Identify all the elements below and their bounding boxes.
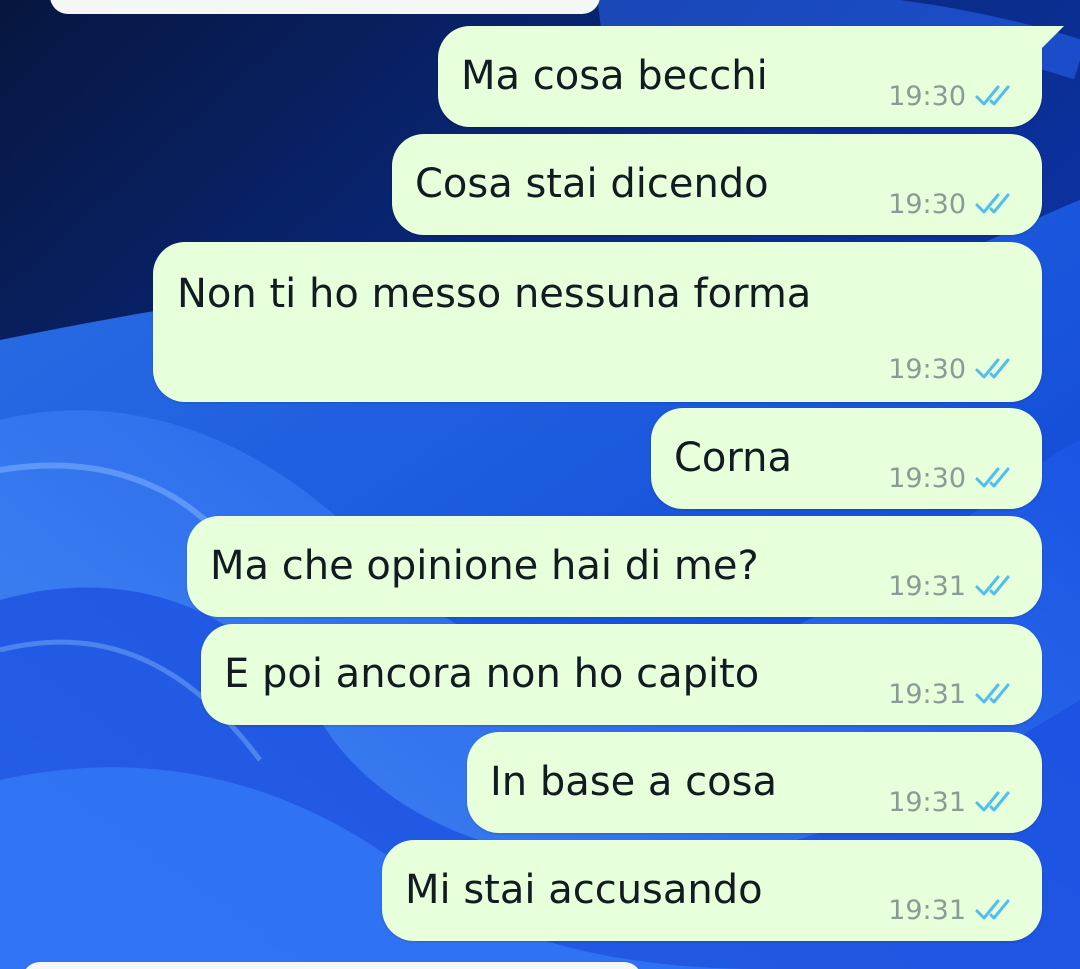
previous-message-edge <box>50 0 600 14</box>
message-meta: 19:30 <box>888 353 1016 385</box>
read-double-check-icon <box>975 791 1010 812</box>
message-meta: 19:30 <box>888 80 1016 112</box>
message-bubble[interactable]: Cosa stai dicendo 19:30 <box>392 134 1042 235</box>
message-text: Mi stai accusando <box>405 867 763 913</box>
message-time: 19:30 <box>888 462 966 494</box>
read-double-check-icon <box>975 85 1010 106</box>
read-double-check-icon <box>975 575 1010 596</box>
message-bubble[interactable]: Ma che opinione hai di me? 19:31 <box>187 516 1042 617</box>
read-double-check-icon <box>975 193 1010 214</box>
message-time: 19:30 <box>888 188 966 220</box>
message-bubble[interactable]: E poi ancora non ho capito 19:31 <box>201 624 1042 725</box>
message-bubble[interactable]: Corna 19:30 <box>651 408 1042 509</box>
message-text: In base a cosa <box>490 759 777 805</box>
bubble-tail <box>1040 26 1064 48</box>
message-meta: 19:31 <box>888 786 1016 818</box>
message-text: Cosa stai dicendo <box>415 161 769 207</box>
message-text: Ma cosa becchi <box>461 53 768 99</box>
message-time: 19:31 <box>888 786 966 818</box>
message-time: 19:30 <box>888 353 966 385</box>
message-time: 19:30 <box>888 80 966 112</box>
message-meta: 19:31 <box>888 894 1016 926</box>
read-double-check-icon <box>975 683 1010 704</box>
message-bubble[interactable]: Ma cosa becchi 19:30 <box>438 26 1064 127</box>
message-text: Non ti ho messo nessuna forma <box>177 271 812 317</box>
message-text: E poi ancora non ho capito <box>224 651 760 697</box>
message-time: 19:31 <box>888 678 966 710</box>
message-bubble[interactable]: Mi stai accusando 19:31 <box>382 840 1042 941</box>
message-time: 19:31 <box>888 894 966 926</box>
message-bubble[interactable]: In base a cosa 19:31 <box>467 732 1042 833</box>
message-bubble[interactable]: Non ti ho messo nessuna forma 19:30 <box>153 242 1042 402</box>
message-meta: 19:30 <box>888 462 1016 494</box>
read-double-check-icon <box>975 899 1010 920</box>
message-text: Corna <box>674 435 793 481</box>
read-double-check-icon <box>975 358 1010 379</box>
message-meta: 19:31 <box>888 678 1016 710</box>
message-meta: 19:31 <box>888 570 1016 602</box>
read-double-check-icon <box>975 467 1010 488</box>
message-meta: 19:30 <box>888 188 1016 220</box>
message-time: 19:31 <box>888 570 966 602</box>
next-message-edge <box>22 962 642 969</box>
message-text: Ma che opinione hai di me? <box>210 543 759 589</box>
